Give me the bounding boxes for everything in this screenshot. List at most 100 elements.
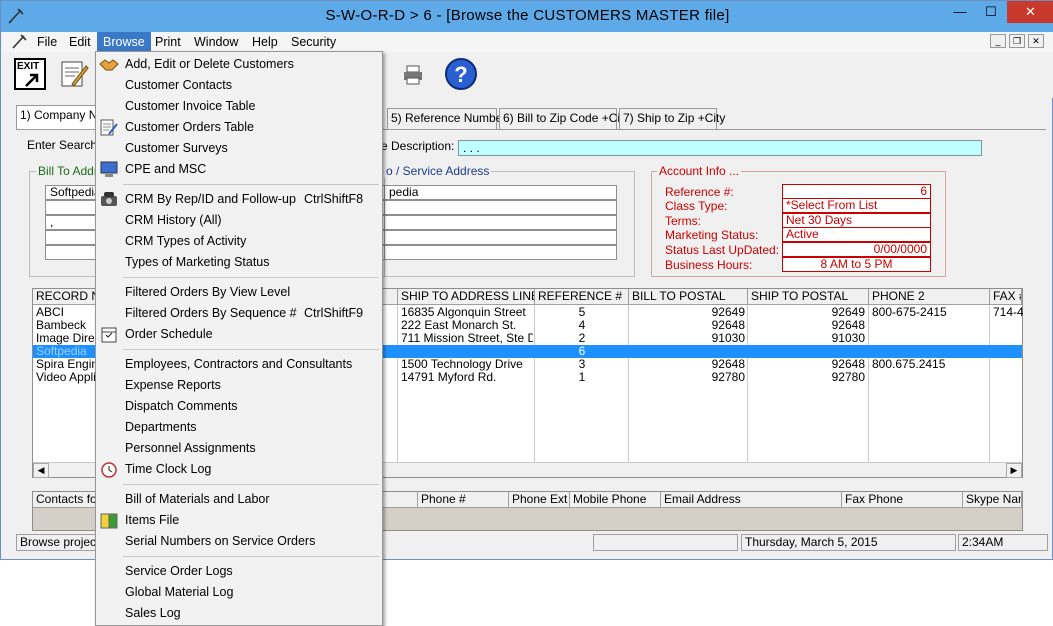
menu-item-label: Customer Orders Table [125,120,254,134]
menu-item-label: CPE and MSC [125,162,207,176]
menu-bar: File Edit Browse Print Window Help Secur… [2,32,1053,52]
browse-menu-item-customer-invoice-table[interactable]: Customer Invoice Table [96,96,382,117]
browse-menu-item-departments[interactable]: Departments [96,417,382,438]
table-cell-bill: 92780 [711,371,745,384]
mdi-minimize-button[interactable]: _ [990,34,1006,48]
contacts-header-mobile[interactable]: Mobile Phone [570,492,661,508]
browse-menu-item-types-of-marketing-status[interactable]: Types of Marketing Status [96,252,382,273]
browse-menu-item-filtered-orders-by-sequence[interactable]: Filtered Orders By Sequence # CtrlShiftF9 [96,303,382,324]
col-header-ship-postal[interactable]: SHIP TO POSTAL [748,289,869,305]
contacts-header-skype[interactable]: Skype Nan [963,492,1022,508]
menu-item-label: Sales Log [125,606,181,620]
browse-menu-item-personnel-assignments[interactable]: Personnel Assignments [96,438,382,459]
browse-menu-item-dispatch-comments[interactable]: Dispatch Comments [96,396,382,417]
exit-button[interactable]: EXIT [14,58,46,90]
mdi-close-button[interactable]: ✕ [1028,34,1044,48]
ship-to-line-3[interactable] [384,215,617,230]
menu-item-label: Order Schedule [125,327,213,341]
browse-menu-item-time-clock-log[interactable]: Time Clock Log [96,459,382,480]
col-header-reference[interactable]: REFERENCE # [535,289,629,305]
contacts-header-phone[interactable]: Phone # [418,492,509,508]
ship-to-line-4[interactable] [384,230,617,245]
close-button[interactable]: ✕ [1007,1,1053,23]
col-header-ship2[interactable]: SHIP TO ADDRESS LINE2 [398,289,535,305]
contacts-header-ext[interactable]: Phone Ext [509,492,570,508]
table-cell-ship: 92649 [831,306,865,319]
col-header-phone2[interactable]: PHONE 2 [869,289,990,305]
menu-window[interactable]: Window [188,32,244,52]
menu-item-label: Add, Edit or Delete Customers [125,57,294,71]
table-cell-ship2: 16835 Algonquin Street [401,306,526,319]
browse-menu-item-customer-contacts[interactable]: Customer Contacts [96,75,382,96]
terms-label: Terms: [665,214,701,228]
col-header-bill-postal[interactable]: BILL TO POSTAL [629,289,748,305]
tab-reference-number[interactable]: 5) Reference Number [387,108,506,129]
menu-file[interactable]: File [31,32,63,52]
reference-label: Reference #: [665,185,734,199]
contacts-header-fax[interactable]: Fax Phone [842,492,963,508]
status-updated-field[interactable]: 0/00/0000 [782,242,931,257]
ship-to-line-1[interactable]: pedia [384,185,617,200]
menu-separator [123,184,379,185]
browse-dropdown-menu: Add, Edit or Delete Customers Customer Co… [95,51,383,626]
marketing-status-field[interactable]: Active [782,227,931,242]
business-hours-field[interactable]: 8 AM to 5 PM [782,257,931,272]
exit-arrow-icon [25,73,39,87]
class-type-field[interactable]: *Select From List [782,198,931,213]
table-cell-bill [629,345,745,358]
contacts-header-email[interactable]: Email Address [661,492,842,508]
browse-menu-item-sales-log[interactable]: Sales Log [96,603,382,624]
class-type-label: Class Type: [665,199,728,213]
browse-menu-item-service-order-logs[interactable]: Service Order Logs [96,561,382,582]
menu-edit[interactable]: Edit [63,32,97,52]
table-cell-ship2: 1500 Technology Drive [401,358,523,371]
terms-field[interactable]: Net 30 Days [782,213,931,228]
browse-menu-item-serial-numbers-on-service-orders[interactable]: Serial Numbers on Service Orders [96,531,382,552]
tab-bill-to-zip[interactable]: 6) Bill to Zip Code +City [499,108,629,129]
menu-item-label: Customer Invoice Table [125,99,256,113]
menu-item-label: Customer Contacts [125,78,232,92]
menu-item-label: CRM History (All) [125,213,222,227]
browse-menu-item-crm-by-rep-id-and-follow-up[interactable]: CRM By Rep/ID and Follow-up CtrlShiftF8 [96,189,382,210]
menu-item-label: Bill of Materials and Labor [125,492,270,506]
menu-help[interactable]: Help [246,32,284,52]
menu-security[interactable]: Security [285,32,342,52]
browse-menu-item-crm-history-all[interactable]: CRM History (All) [96,210,382,231]
table-cell-phone2: 800-675-2415 [872,306,947,319]
mdi-restore-button[interactable]: ❐ [1009,34,1025,48]
browse-menu-item-customer-surveys[interactable]: Customer Surveys [96,138,382,159]
table-cell-ship2: 14791 Myford Rd. [401,371,497,384]
browse-menu-item-filtered-orders-by-view-level[interactable]: Filtered Orders By View Level [96,282,382,303]
minimize-button[interactable]: — [945,1,975,23]
tab-company-name[interactable]: 1) Company Na [16,105,104,130]
help-button-icon[interactable]: ? [444,57,478,91]
tab-ship-to-zip[interactable]: 7) Ship to Zip +City [619,108,725,129]
ship-to-line-5[interactable] [384,245,617,260]
browse-menu-item-crm-types-of-activity[interactable]: CRM Types of Activity [96,231,382,252]
browse-menu-item-employees-contractors-and-consultants[interactable]: Employees, Contractors and Consultants [96,354,382,375]
browse-menu-item-add-edit-or-delete-customers[interactable]: Add, Edit or Delete Customers [96,54,382,75]
menu-browse[interactable]: Browse [97,32,151,52]
edit-document-icon[interactable] [58,58,90,90]
menu-item-label: Departments [125,420,197,434]
status-panel-blank [593,534,738,551]
menu-item-label: Filtered Orders By View Level [125,285,291,299]
ship-to-line-2[interactable] [384,200,617,215]
menu-print[interactable]: Print [149,32,187,52]
reference-field[interactable]: 6 [782,184,931,199]
scroll-left-arrow-icon[interactable]: ◀ [33,463,49,478]
browse-menu-item-expense-reports[interactable]: Expense Reports [96,375,382,396]
browse-menu-item-customer-orders-table[interactable]: Customer Orders Table [96,117,382,138]
browse-menu-item-items-file[interactable]: Items File [96,510,382,531]
col-header-fax[interactable]: FAX # [990,289,1022,305]
description-input[interactable]: . . . [458,140,982,156]
browse-menu-item-cpe-and-msc[interactable]: CPE and MSC [96,159,382,180]
browse-menu-item-global-material-log[interactable]: Global Material Log [96,582,382,603]
browse-menu-item-order-schedule[interactable]: Order Schedule [96,324,382,345]
table-cell-fax [993,345,1023,358]
browse-menu-item-bill-of-materials-and-labor[interactable]: Bill of Materials and Labor [96,489,382,510]
table-cell-ship: 92648 [831,319,865,332]
maximize-button[interactable]: ☐ [976,1,1006,23]
printer-icon[interactable] [402,64,424,86]
scroll-right-arrow-icon[interactable]: ▶ [1006,463,1022,478]
